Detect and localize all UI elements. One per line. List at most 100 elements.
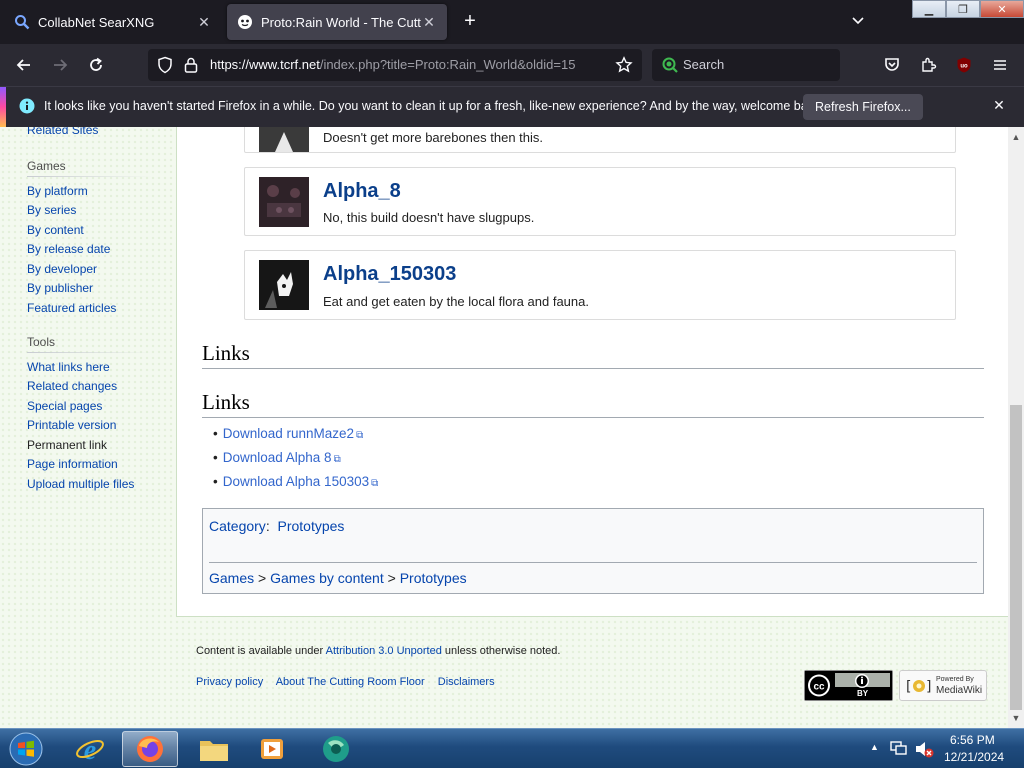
sidebar-item-printable-version[interactable]: Printable version <box>27 418 116 432</box>
svg-text:]: ] <box>926 679 931 695</box>
chevron-down-icon[interactable] <box>846 10 870 34</box>
sidebar-item-featured-articles[interactable]: Featured articles <box>27 301 116 315</box>
cc-by-label: BY <box>857 689 869 698</box>
sidebar-item-page-information[interactable]: Page information <box>27 457 118 471</box>
powered-by-mediawiki-badge[interactable]: [ ] Powered By MediaWiki <box>899 670 987 701</box>
download-alpha-8-link[interactable]: Download Alpha 8 <box>223 450 332 465</box>
new-tab-icon[interactable]: + <box>458 10 482 34</box>
firefox-taskbar-icon[interactable] <box>122 731 178 767</box>
build-card: Alpha_150303 Eat and get eaten by the lo… <box>244 250 956 320</box>
scroll-down-icon[interactable]: ▼ <box>1008 710 1024 726</box>
privacy-policy-link[interactable]: Privacy policy <box>196 676 263 688</box>
sidebar-heading-games: Games <box>27 159 66 173</box>
build-thumbnail[interactable] <box>259 127 309 152</box>
pocket-icon[interactable] <box>879 52 905 78</box>
close-tab-icon[interactable]: ✕ <box>421 14 437 31</box>
sidebar-item-special-pages[interactable]: Special pages <box>27 399 102 413</box>
search-engine-icon <box>661 56 679 77</box>
download-link-item: • Download runnMaze2 ⧉ <box>213 426 364 441</box>
back-icon[interactable] <box>11 52 37 78</box>
app-globe-icon[interactable] <box>308 731 364 767</box>
tab-rain-world[interactable]: Proto:Rain World - The Cutting ✕ <box>227 4 447 40</box>
category-box: Category: Prototypes Games > Games by co… <box>202 508 984 594</box>
sidebar-item-related-changes[interactable]: Related changes <box>27 379 117 393</box>
tab-searxng[interactable]: CollabNet SearXNG ✕ <box>4 4 222 40</box>
download-runnmaze2-link[interactable]: Download runnMaze2 <box>223 426 354 441</box>
close-window-icon[interactable]: ✕ <box>980 0 1024 18</box>
build-description: No, this build doesn't have slugpups. <box>323 210 535 225</box>
windows-taskbar: e ▲ <box>0 728 1024 768</box>
sidebar-item-permanent-link[interactable]: Permanent link <box>27 438 107 452</box>
file-explorer-icon[interactable] <box>186 731 242 767</box>
license-text: unless otherwise noted. <box>444 645 561 657</box>
build-thumbnail[interactable] <box>259 260 309 310</box>
category-prototypes-link[interactable]: Prototypes <box>277 518 344 534</box>
disclaimers-link[interactable]: Disclaimers <box>438 676 495 688</box>
bookmark-star-icon[interactable] <box>615 56 633 77</box>
internet-explorer-icon[interactable]: e <box>62 731 118 767</box>
breadcrumb-prototypes[interactable]: Prototypes <box>400 570 467 586</box>
url-path: /index.php?title=Proto:Rain_World&oldid=… <box>319 57 576 72</box>
show-hidden-icons-icon[interactable]: ▲ <box>870 742 879 752</box>
breadcrumb: Games > Games by content > Prototypes <box>209 570 467 586</box>
category-label-link[interactable]: Category <box>209 518 266 534</box>
breadcrumb-games-by-content[interactable]: Games by content <box>270 570 384 586</box>
navigation-toolbar: https://www.tcrf.net/index.php?title=Pro… <box>0 44 1024 86</box>
svg-text:uo: uo <box>960 64 968 70</box>
restore-icon[interactable]: ❐ <box>946 0 980 18</box>
sidebar-divider <box>27 176 152 177</box>
cc-by-badge[interactable]: cc BY <box>804 670 893 701</box>
start-button[interactable] <box>4 730 48 768</box>
extensions-icon[interactable] <box>915 52 941 78</box>
shield-icon[interactable] <box>156 56 174 77</box>
build-thumbnail[interactable] <box>259 177 309 227</box>
license-text: Content is available under <box>196 645 324 657</box>
ublock-origin-icon[interactable]: uo <box>951 52 977 78</box>
close-tab-icon[interactable]: ✕ <box>196 14 212 31</box>
refresh-firefox-button[interactable]: Refresh Firefox... <box>803 94 923 120</box>
vertical-scrollbar[interactable]: ▲ ▼ <box>1008 127 1024 728</box>
download-alpha-150303-link[interactable]: Download Alpha 150303 <box>223 474 369 489</box>
build-description: Doesn't get more barebones then this. <box>323 130 544 145</box>
search-field[interactable]: Search <box>652 49 840 81</box>
sidebar-item-what-links-here[interactable]: What links here <box>27 360 110 374</box>
breadcrumb-games[interactable]: Games <box>209 570 254 586</box>
download-link-item: • Download Alpha 150303 ⧉ <box>213 474 379 489</box>
sidebar-item-by-platform[interactable]: By platform <box>27 184 88 198</box>
reload-icon[interactable] <box>83 52 109 78</box>
build-card: Alpha_8 No, this build doesn't have slug… <box>244 167 956 236</box>
sidebar: Related Sites Games By platform By serie… <box>0 127 176 728</box>
external-link-icon: ⧉ <box>333 454 341 465</box>
scroll-up-icon[interactable]: ▲ <box>1008 129 1024 145</box>
sidebar-item-by-content[interactable]: By content <box>27 223 84 237</box>
sidebar-item-by-developer[interactable]: By developer <box>27 262 97 276</box>
clock-date[interactable]: 12/21/2024 <box>944 750 1004 764</box>
category-line: Category: Prototypes <box>209 518 344 534</box>
build-title-link[interactable]: Alpha_150303 <box>323 263 456 286</box>
url-text[interactable]: https://www.tcrf.net/index.php?title=Pro… <box>210 57 606 72</box>
build-description: Eat and get eaten by the local flora and… <box>323 294 589 309</box>
tab-title: Proto:Rain World - The Cutting <box>261 14 421 30</box>
sidebar-item-related-sites[interactable]: Related Sites <box>27 127 98 137</box>
volume-muted-icon[interactable] <box>914 740 934 761</box>
lock-icon[interactable] <box>183 56 199 77</box>
sidebar-item-by-publisher[interactable]: By publisher <box>27 281 93 295</box>
scrollbar-thumb[interactable] <box>1010 405 1022 710</box>
build-title-link[interactable]: Alpha_8 <box>323 180 401 203</box>
clock-time[interactable]: 6:56 PM <box>950 733 995 747</box>
menu-icon[interactable] <box>987 52 1013 78</box>
sidebar-item-by-release-date[interactable]: By release date <box>27 242 110 256</box>
search-icon <box>14 14 30 30</box>
network-icon[interactable] <box>890 740 908 759</box>
close-icon[interactable]: ✕ <box>990 97 1008 114</box>
category-separator: : <box>265 518 270 534</box>
sidebar-item-upload-multiple-files[interactable]: Upload multiple files <box>27 477 134 491</box>
address-bar[interactable]: https://www.tcrf.net/index.php?title=Pro… <box>148 49 642 81</box>
minimize-icon[interactable]: ▁ <box>912 0 946 18</box>
download-link-item: • Download Alpha 8 ⧉ <box>213 450 341 465</box>
media-player-icon[interactable] <box>244 731 300 767</box>
about-link[interactable]: About The Cutting Room Floor <box>276 676 425 688</box>
sidebar-item-by-series[interactable]: By series <box>27 203 76 217</box>
license-link[interactable]: Attribution 3.0 Unported <box>326 645 442 657</box>
forward-icon[interactable] <box>47 52 73 78</box>
